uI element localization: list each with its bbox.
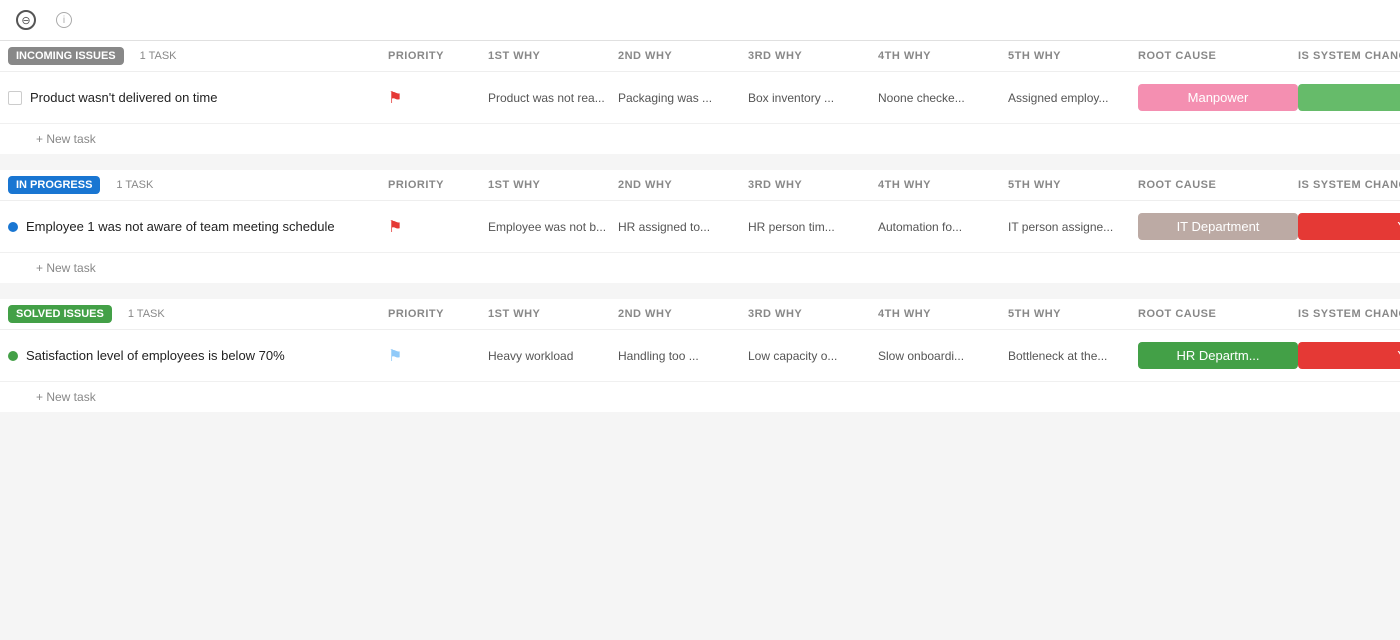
system-change-cell[interactable]: Yes [1298,342,1400,369]
why-col-3: Low capacity o... [748,349,873,363]
col-header-3: 3RD WHY [748,308,878,320]
task-checkbox[interactable] [8,91,22,105]
task-name: Employee 1 was not aware of team meeting… [26,219,335,234]
priority-flag[interactable]: ⚑ [388,88,488,108]
task-cell: Product wasn't delivered on time [8,90,388,105]
why-col-1: Product was not rea... [488,91,613,105]
task-status-dot-green [8,351,18,361]
why-col-2: Packaging was ... [618,91,743,105]
priority-flag[interactable]: ⚑ [388,346,488,366]
col-header-5: 5TH WHY [1008,308,1138,320]
why-col-4: Noone checke... [878,91,1003,105]
root-cause-cell[interactable]: IT Department [1138,213,1298,240]
why-col-5: Assigned employ... [1008,91,1133,105]
new-task-row-incoming[interactable]: + New task [0,124,1400,154]
table-row: Employee 1 was not aware of team meeting… [0,201,1400,253]
new-task-row-inprogress[interactable]: + New task [0,253,1400,283]
col-header-0: PRIORITY [388,179,488,191]
why-col-5: IT person assigne... [1008,220,1133,234]
why-col-1: Heavy workload [488,349,613,363]
section-divider [0,162,1400,170]
col-header-7: IS SYSTEM CHANGE REQUIRED? [1298,50,1400,62]
section-solved: SOLVED ISSUES 1 TASK PRIORITY1ST WHY2ND … [0,299,1400,412]
col-header-7: IS SYSTEM CHANGE REQUIRED? [1298,179,1400,191]
section-label-inprogress: IN PROGRESS 1 TASK [8,176,388,194]
why-col-3: HR person tim... [748,220,873,234]
col-header-1: 1ST WHY [488,50,618,62]
col-header-6: ROOT CAUSE [1138,308,1298,320]
col-header-2: 2ND WHY [618,179,748,191]
new-task-row-solved[interactable]: + New task [0,382,1400,412]
task-cell: Satisfaction level of employees is below… [8,348,388,363]
flag-icon: ⚑ [388,348,402,365]
section-inprogress: IN PROGRESS 1 TASK PRIORITY1ST WHY2ND WH… [0,170,1400,283]
section-incoming: INCOMING ISSUES 1 TASK PRIORITY1ST WHY2N… [0,41,1400,154]
root-cause-badge: HR Departm... [1138,342,1298,369]
priority-flag[interactable]: ⚑ [388,217,488,237]
task-name: Product wasn't delivered on time [30,90,217,105]
section-badge-solved: SOLVED ISSUES [8,305,112,323]
col-header-4: 4TH WHY [878,308,1008,320]
section-header-solved: SOLVED ISSUES 1 TASK PRIORITY1ST WHY2ND … [0,299,1400,330]
root-cause-badge: IT Department [1138,213,1298,240]
section-badge-inprogress: IN PROGRESS [8,176,100,194]
table-row: Satisfaction level of employees is below… [0,330,1400,382]
section-divider [0,291,1400,299]
col-header-6: ROOT CAUSE [1138,50,1298,62]
why-col-4: Slow onboardi... [878,349,1003,363]
col-header-7: IS SYSTEM CHANGE REQUIRED? [1298,308,1400,320]
col-header-4: 4TH WHY [878,179,1008,191]
system-change-badge: Yes [1298,213,1400,240]
col-header-3: 3RD WHY [748,179,878,191]
section-label-solved: SOLVED ISSUES 1 TASK [8,305,388,323]
col-header-6: ROOT CAUSE [1138,179,1298,191]
section-header-incoming: INCOMING ISSUES 1 TASK PRIORITY1ST WHY2N… [0,41,1400,72]
system-change-badge: Yes [1298,342,1400,369]
system-change-cell[interactable]: Yes [1298,213,1400,240]
section-header-inprogress: IN PROGRESS 1 TASK PRIORITY1ST WHY2ND WH… [0,170,1400,201]
section-badge-incoming: INCOMING ISSUES [8,47,124,65]
col-header-5: 5TH WHY [1008,50,1138,62]
system-change-badge: No [1298,84,1400,111]
why-col-1: Employee was not b... [488,220,613,234]
task-status-dot-blue [8,222,18,232]
flag-icon: ⚑ [388,219,402,236]
col-header-4: 4TH WHY [878,50,1008,62]
back-icon[interactable]: ⊖ [16,10,36,30]
info-icon[interactable]: i [56,12,72,28]
system-change-cell[interactable]: No [1298,84,1400,111]
col-header-1: 1ST WHY [488,179,618,191]
root-cause-cell[interactable]: Manpower [1138,84,1298,111]
table-row: Product wasn't delivered on time ⚑ Product… [0,72,1400,124]
why-col-2: HR assigned to... [618,220,743,234]
task-count-solved: 1 TASK [128,308,165,320]
why-col-5: Bottleneck at the... [1008,349,1133,363]
root-cause-badge: Manpower [1138,84,1298,111]
task-count-incoming: 1 TASK [140,50,177,62]
main-content: INCOMING ISSUES 1 TASK PRIORITY1ST WHY2N… [0,41,1400,420]
col-header-1: 1ST WHY [488,308,618,320]
why-col-4: Automation fo... [878,220,1003,234]
col-header-0: PRIORITY [388,308,488,320]
col-header-3: 3RD WHY [748,50,878,62]
task-name: Satisfaction level of employees is below… [26,348,285,363]
col-header-2: 2ND WHY [618,50,748,62]
task-count-inprogress: 1 TASK [116,179,153,191]
section-label-incoming: INCOMING ISSUES 1 TASK [8,47,388,65]
col-header-0: PRIORITY [388,50,488,62]
why-col-2: Handling too ... [618,349,743,363]
task-cell: Employee 1 was not aware of team meeting… [8,219,388,234]
col-header-5: 5TH WHY [1008,179,1138,191]
root-cause-cell[interactable]: HR Departm... [1138,342,1298,369]
why-col-3: Box inventory ... [748,91,873,105]
col-header-2: 2ND WHY [618,308,748,320]
flag-icon: ⚑ [388,90,402,107]
page-header: ⊖ i [0,0,1400,41]
